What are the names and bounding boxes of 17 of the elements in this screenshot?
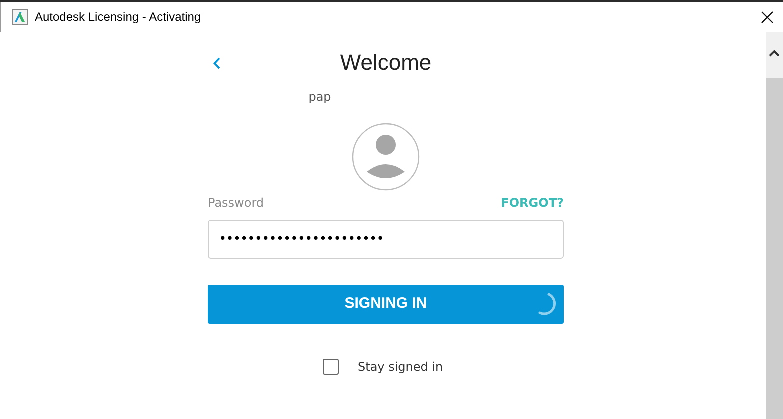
avatar-icon <box>352 123 420 191</box>
stay-signed-in-label: Stay signed in <box>358 359 444 376</box>
stay-signed-in-checkbox[interactable] <box>323 359 339 375</box>
scroll-up-icon <box>769 50 780 57</box>
sign-in-button[interactable]: SIGNING IN <box>208 285 564 324</box>
forgot-link[interactable]: FORGOT? <box>501 194 564 212</box>
close-icon <box>760 10 774 24</box>
back-button[interactable] <box>212 56 222 70</box>
password-field[interactable]: ••••••••••••••••••••••• <box>208 220 564 259</box>
app-logo-icon <box>12 9 28 25</box>
scrollbar[interactable] <box>766 32 783 419</box>
close-button[interactable] <box>759 9 775 25</box>
window-title: Autodesk Licensing - Activating <box>35 9 202 26</box>
welcome-heading: Welcome <box>340 48 432 76</box>
account-email: pap <box>308 89 332 106</box>
back-icon <box>213 56 221 70</box>
password-label: Password <box>208 195 264 212</box>
